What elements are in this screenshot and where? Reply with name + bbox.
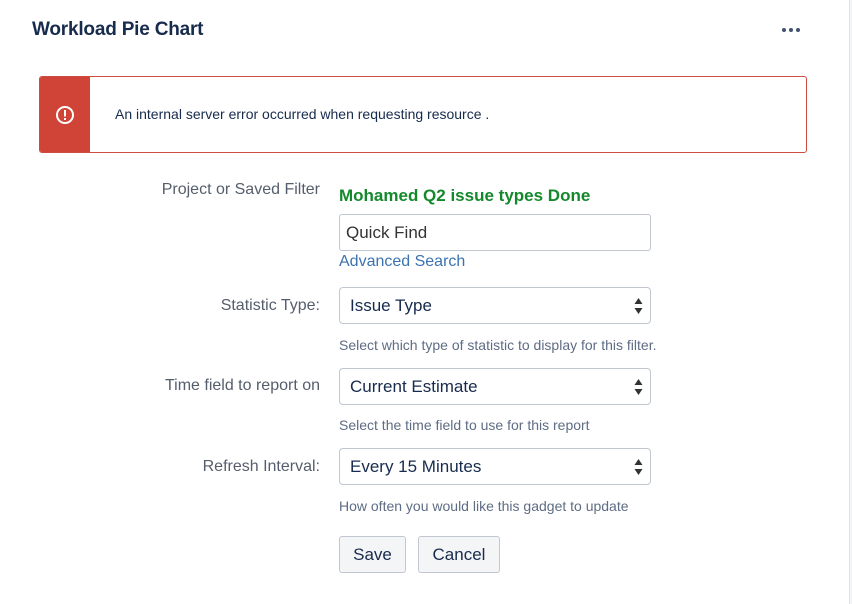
refresh-interval-value: Every 15 Minutes: [350, 457, 482, 476]
gadget-title: Workload Pie Chart: [32, 19, 204, 40]
error-message-text: An internal server error occurred when r…: [115, 106, 490, 122]
quick-find-input[interactable]: [339, 214, 651, 251]
statistic-type-help: Select which type of statistic to displa…: [339, 337, 657, 353]
refresh-interval-help: How often you would like this gadget to …: [339, 498, 629, 514]
error-icon-panel: [40, 77, 90, 152]
more-options-icon: [782, 28, 786, 32]
error-icon: [56, 105, 74, 124]
more-options-icon-dot: [796, 28, 800, 32]
project-filter-label: Project or Saved Filter: [161, 181, 320, 198]
more-options-button[interactable]: [776, 18, 806, 42]
statistic-type-select[interactable]: Issue Type: [339, 287, 651, 324]
time-field-value: Current Estimate: [350, 377, 478, 396]
select-arrows-icon: [634, 459, 643, 475]
time-field-help: Select the time field to use for this re…: [339, 417, 590, 433]
time-field-select[interactable]: Current Estimate: [339, 368, 651, 405]
refresh-interval-label: Refresh Interval:: [202, 458, 320, 475]
selected-filter-name: Mohamed Q2 issue types Done: [339, 186, 591, 205]
statistic-type-value: Issue Type: [350, 296, 432, 315]
refresh-interval-select[interactable]: Every 15 Minutes: [339, 448, 651, 485]
save-button[interactable]: Save: [339, 536, 406, 573]
more-options-icon-dot: [789, 28, 793, 32]
error-message-box: An internal server error occurred when r…: [39, 76, 807, 153]
cancel-button[interactable]: Cancel: [418, 536, 500, 573]
time-field-label: Time field to report on: [164, 377, 320, 394]
select-arrows-icon: [634, 298, 643, 314]
statistic-type-label: Statistic Type:: [220, 297, 320, 314]
advanced-search-link[interactable]: Advanced Search: [339, 253, 465, 271]
gadget-panel: Workload Pie Chart An internal server er…: [0, 0, 850, 604]
select-arrows-icon: [634, 379, 643, 395]
